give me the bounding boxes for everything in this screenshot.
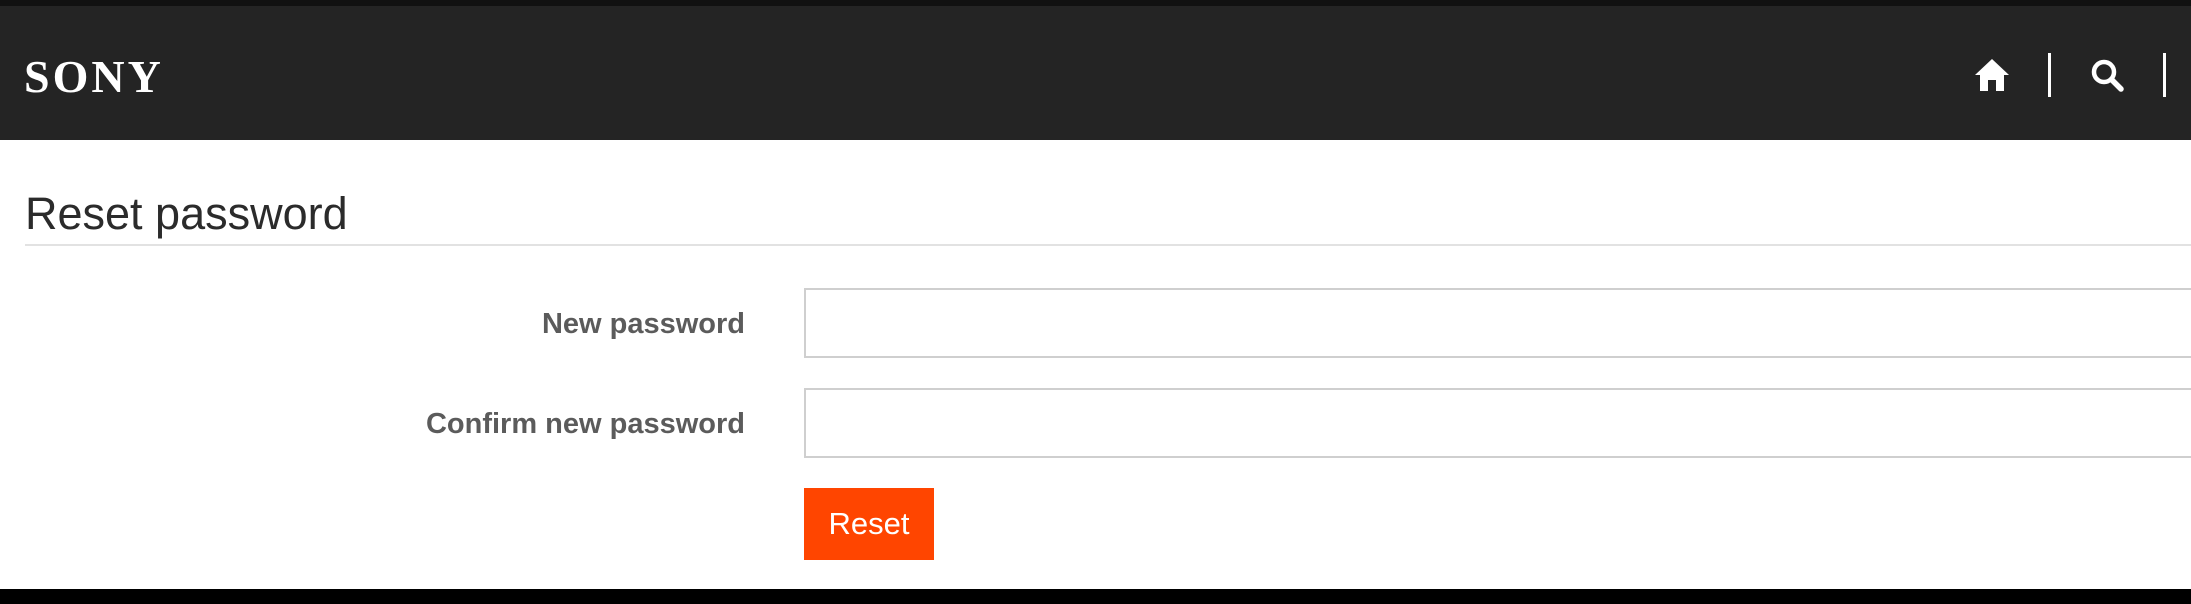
new-password-input[interactable] bbox=[804, 288, 2191, 358]
home-icon bbox=[1975, 59, 2009, 91]
confirm-password-label: Confirm new password bbox=[425, 408, 745, 440]
confirm-password-input[interactable] bbox=[804, 388, 2191, 458]
header-nav bbox=[1964, 50, 2191, 100]
new-password-label: New password bbox=[541, 308, 745, 340]
nav-divider bbox=[2163, 53, 2166, 97]
nav-divider bbox=[2048, 53, 2051, 97]
title-divider bbox=[25, 244, 2191, 246]
reset-button[interactable]: Reset bbox=[804, 488, 934, 560]
search-button[interactable] bbox=[2079, 50, 2135, 100]
search-icon bbox=[2091, 59, 2124, 92]
home-button[interactable] bbox=[1964, 50, 2020, 100]
bottom-border bbox=[0, 589, 2191, 604]
site-header: SONY bbox=[0, 6, 2191, 140]
page-title: Reset password bbox=[25, 188, 348, 239]
sony-logo[interactable]: SONY bbox=[24, 54, 164, 100]
